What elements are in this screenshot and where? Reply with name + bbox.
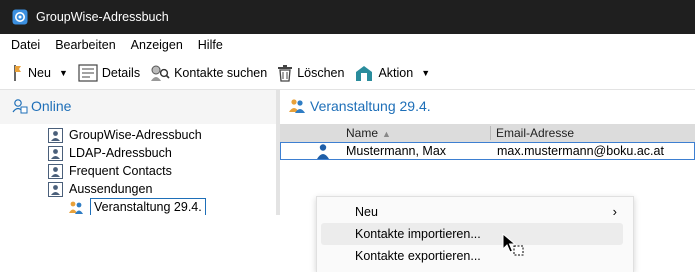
window-title: GroupWise-Adressbuch: [36, 10, 169, 24]
group-icon: [289, 99, 305, 113]
address-book-icon: [48, 127, 63, 143]
groupwise-app-icon: [12, 9, 28, 25]
toolbar: Neu ▼ Details Kontakte suchen Löschen Ak…: [0, 56, 695, 90]
delete-button[interactable]: Löschen: [277, 64, 344, 82]
tree-item-label: LDAP-Adressbuch: [69, 146, 172, 160]
group-icon: [69, 201, 83, 214]
menu-bar: Datei Bearbeiten Anzeigen Hilfe: [0, 34, 695, 56]
tree-item-veranstaltung[interactable]: Veranstaltung 29.4.: [68, 198, 206, 216]
online-header-label: Online: [31, 98, 72, 114]
context-menu-item-import[interactable]: Kontakte importieren...: [321, 223, 623, 245]
table-row[interactable]: Mustermann, Max max.mustermann@boku.ac.a…: [280, 142, 695, 160]
person-icon: [317, 144, 329, 159]
pin-icon: [14, 64, 21, 81]
action-icon: [356, 65, 373, 81]
delete-button-label: Löschen: [297, 65, 345, 80]
address-book-tree: GroupWise-Adressbuch LDAP-Adressbuch Fre…: [0, 124, 276, 216]
search-contacts-icon: [151, 65, 170, 81]
details-button-label: Details: [101, 65, 141, 80]
cursor-icon: [502, 233, 524, 256]
sort-ascending-icon: ▲: [382, 129, 391, 139]
cell-name: Mustermann, Max: [346, 144, 447, 158]
details-button[interactable]: Details: [78, 63, 141, 82]
submenu-arrow-icon: ›: [612, 204, 617, 219]
menu-datei[interactable]: Datei: [4, 38, 48, 52]
tree-item-aussendungen[interactable]: Aussendungen: [48, 180, 152, 198]
search-contacts-button[interactable]: Kontakte suchen: [150, 64, 267, 82]
online-header[interactable]: Online: [12, 98, 71, 114]
new-button[interactable]: Neu ▼: [10, 64, 68, 82]
cell-email: max.mustermann@boku.ac.at: [497, 144, 664, 158]
new-button-label: Neu: [28, 65, 51, 80]
search-contacts-label: Kontakte suchen: [174, 65, 268, 80]
column-divider[interactable]: [490, 126, 491, 140]
tree-item-label: Veranstaltung 29.4.: [90, 198, 206, 216]
menu-bearbeiten[interactable]: Bearbeiten: [48, 38, 123, 52]
title-bar: GroupWise-Adressbuch: [0, 0, 695, 34]
tree-item-groupwise-adressbuch[interactable]: GroupWise-Adressbuch: [48, 126, 202, 144]
context-menu-item-neu[interactable]: Neu ›: [321, 201, 623, 223]
list-header-label: Veranstaltung 29.4.: [310, 98, 431, 114]
column-name-label: Name: [346, 126, 379, 140]
tree-item-label: Aussendungen: [69, 182, 153, 196]
action-button[interactable]: Aktion ▼: [354, 64, 430, 82]
context-menu-label: Kontakte exportieren...: [355, 249, 481, 263]
column-email[interactable]: Email-Adresse: [496, 126, 574, 140]
address-book-icon: [48, 181, 63, 197]
context-menu-label: Kontakte importieren...: [355, 227, 481, 241]
list-header: Veranstaltung 29.4.: [288, 98, 431, 114]
context-menu-item-export[interactable]: Kontakte exportieren...: [321, 245, 623, 267]
action-button-label: Aktion: [378, 65, 414, 80]
column-header: Name ▲ Email-Adresse: [280, 124, 695, 142]
new-dropdown-icon[interactable]: ▼: [59, 68, 68, 78]
action-dropdown-icon[interactable]: ▼: [421, 68, 430, 78]
tree-item-ldap-adressbuch[interactable]: LDAP-Adressbuch: [48, 144, 172, 162]
trash-icon: [278, 64, 293, 82]
context-menu: Neu › Kontakte importieren... Kontakte e…: [316, 196, 634, 272]
online-icon: [12, 99, 28, 114]
menu-anzeigen[interactable]: Anzeigen: [124, 38, 191, 52]
cropped-region: [0, 215, 282, 272]
menu-hilfe[interactable]: Hilfe: [191, 38, 231, 52]
address-book-icon: [48, 145, 63, 161]
address-book-icon: [48, 163, 63, 179]
tree-item-label: GroupWise-Adressbuch: [69, 128, 202, 142]
context-menu-label: Neu: [355, 205, 378, 219]
tree-item-frequent-contacts[interactable]: Frequent Contacts: [48, 162, 172, 180]
details-icon: [78, 63, 98, 82]
column-name[interactable]: Name ▲: [346, 126, 391, 140]
tree-item-label: Frequent Contacts: [69, 164, 172, 178]
